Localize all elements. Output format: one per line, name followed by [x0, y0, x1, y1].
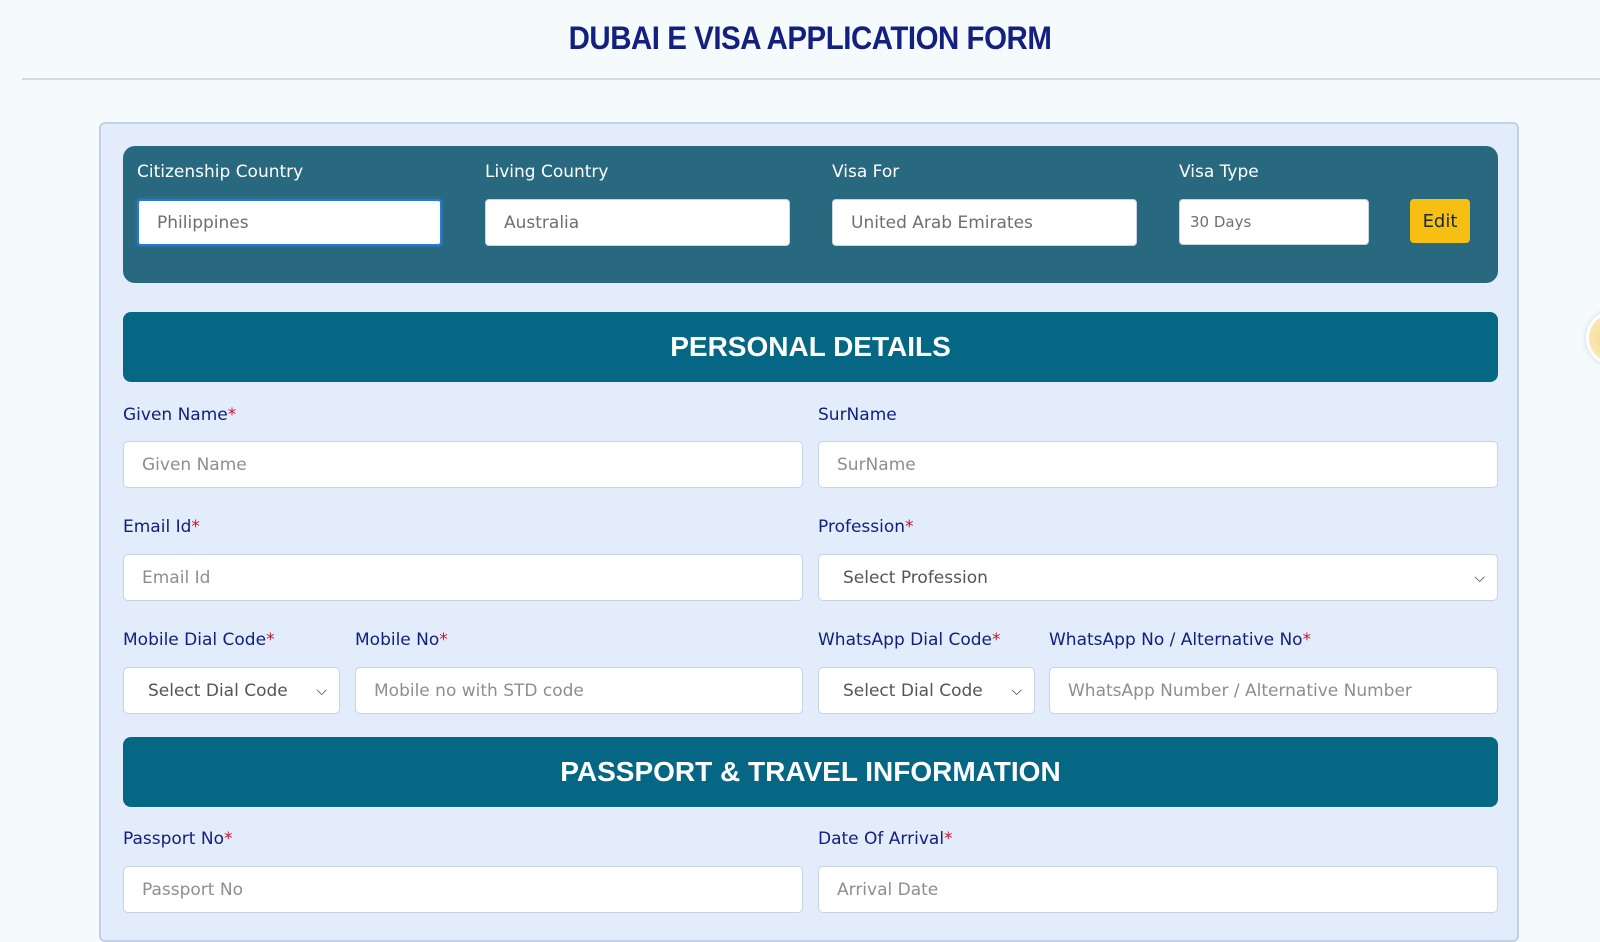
arrival-date-input[interactable]	[818, 866, 1498, 913]
page-title: DUBAI E VISA APPLICATION FORM	[568, 20, 1052, 56]
whatsapp-dial-label: WhatsApp Dial Code*	[818, 630, 1001, 650]
chevron-down-icon: ⌵	[316, 682, 327, 699]
profession-selected: Select Profession	[843, 567, 988, 588]
chevron-down-icon: ⌵	[1474, 569, 1485, 586]
visa-for-input[interactable]	[832, 199, 1137, 246]
whatsapp-dial-selected: Select Dial Code	[843, 680, 983, 701]
living-country-label: Living Country	[485, 162, 609, 182]
visa-type-label: Visa Type	[1179, 162, 1259, 182]
visa-for-label: Visa For	[832, 162, 900, 182]
surname-label: SurName	[818, 405, 897, 425]
citizenship-input[interactable]	[137, 199, 442, 246]
passport-no-input[interactable]	[123, 866, 803, 913]
mobile-no-input[interactable]	[355, 667, 803, 714]
email-label: Email Id*	[123, 517, 200, 537]
mobile-dial-label: Mobile Dial Code*	[123, 630, 275, 650]
floating-chat-widget[interactable]	[1586, 310, 1600, 366]
mobile-no-label: Mobile No*	[355, 630, 448, 650]
chevron-down-icon: ⌵	[1011, 682, 1022, 699]
edit-button[interactable]: Edit	[1410, 199, 1470, 243]
section-personal-details: PERSONAL DETAILS	[123, 312, 1498, 382]
given-name-label: Given Name*	[123, 405, 237, 425]
arrival-date-label: Date Of Arrival*	[818, 829, 953, 849]
whatsapp-no-input[interactable]	[1049, 667, 1498, 714]
whatsapp-no-label: WhatsApp No / Alternative No*	[1049, 630, 1312, 650]
given-name-input[interactable]	[123, 441, 803, 488]
citizenship-label: Citizenship Country	[137, 162, 304, 182]
surname-input[interactable]	[818, 441, 1498, 488]
profession-label: Profession*	[818, 517, 914, 537]
visa-type-input[interactable]	[1179, 199, 1369, 245]
title-divider	[22, 78, 1600, 80]
profession-select[interactable]: Select Profession ⌵	[818, 554, 1498, 601]
mobile-dial-select[interactable]: Select Dial Code ⌵	[123, 667, 340, 714]
email-input[interactable]	[123, 554, 803, 601]
whatsapp-dial-select[interactable]: Select Dial Code ⌵	[818, 667, 1035, 714]
section-passport-travel: PASSPORT & TRAVEL INFORMATION	[123, 737, 1498, 807]
mobile-dial-selected: Select Dial Code	[148, 680, 288, 701]
living-country-input[interactable]	[485, 199, 790, 246]
passport-no-label: Passport No*	[123, 829, 233, 849]
